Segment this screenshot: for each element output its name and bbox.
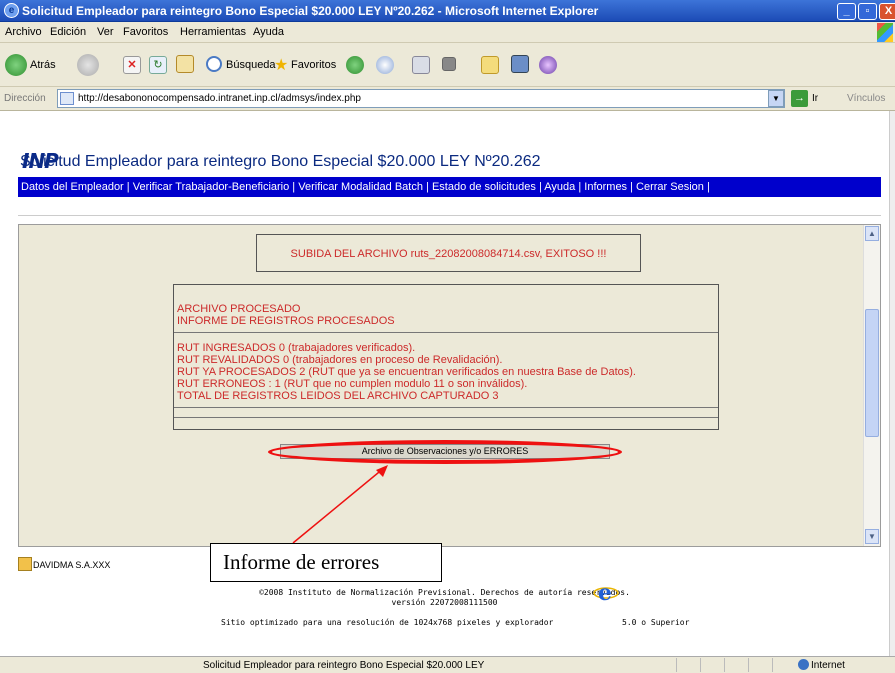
footer-copyright: ©2008 Instituto de Normalización Previsi… bbox=[259, 588, 630, 597]
arrow-head bbox=[376, 465, 388, 477]
internet-explorer-icon: e bbox=[593, 580, 619, 605]
back-icon[interactable] bbox=[5, 54, 27, 76]
svg-text:e: e bbox=[598, 580, 612, 605]
status-divider bbox=[772, 658, 773, 672]
status-divider bbox=[700, 658, 701, 672]
back-label[interactable]: Atrás bbox=[30, 59, 56, 71]
menu-archivo[interactable]: Archivo bbox=[5, 26, 42, 38]
menu-bar: Archivo Edición Ver Favoritos Herramient… bbox=[0, 22, 895, 43]
minimize-button[interactable]: _ bbox=[837, 3, 856, 20]
arrow-line bbox=[292, 467, 385, 544]
menu-edicion[interactable]: Edición bbox=[50, 26, 86, 38]
title-bar: e Solicitud Empleador para reintegro Bon… bbox=[0, 0, 895, 22]
menu-ayuda[interactable]: Ayuda bbox=[253, 26, 284, 38]
home-icon[interactable] bbox=[176, 55, 194, 73]
edit-icon[interactable] bbox=[442, 57, 456, 71]
go-arrow-icon[interactable]: → bbox=[791, 90, 808, 107]
ie-window-icon: e bbox=[4, 3, 19, 18]
search-label[interactable]: Búsqueda bbox=[226, 59, 276, 71]
company-logo-icon bbox=[18, 557, 32, 571]
favorites-label[interactable]: Favoritos bbox=[291, 59, 336, 71]
close-button[interactable]: X bbox=[879, 3, 895, 20]
security-zone: Internet bbox=[811, 660, 845, 671]
favorites-icon[interactable]: ★ bbox=[274, 55, 288, 75]
messenger-icon[interactable] bbox=[539, 56, 557, 74]
research-icon[interactable] bbox=[511, 55, 529, 73]
folder-icon[interactable] bbox=[481, 56, 499, 74]
window-title: Solicitud Empleador para reintegro Bono … bbox=[22, 4, 599, 18]
annotation-arrow bbox=[292, 465, 388, 544]
status-text: Solicitud Empleador para reintegro Bono … bbox=[203, 660, 485, 671]
footer-version: versión 22072008111500 bbox=[391, 598, 498, 607]
go-label[interactable]: Ir bbox=[812, 93, 818, 104]
search-icon[interactable] bbox=[206, 56, 222, 72]
status-divider bbox=[676, 658, 677, 672]
company-name: DAVIDMA S.A.XXX bbox=[33, 560, 111, 570]
status-divider bbox=[724, 658, 725, 672]
status-bar: Solicitud Empleador para reintegro Bono … bbox=[0, 656, 895, 673]
footer-browser-version: 5.0 o Superior bbox=[622, 618, 690, 627]
globe-icon bbox=[798, 659, 809, 670]
page-scrollbar[interactable] bbox=[889, 111, 895, 656]
mail-icon[interactable] bbox=[376, 56, 394, 74]
refresh-icon[interactable]: ↻ bbox=[149, 56, 167, 74]
menu-ver[interactable]: Ver bbox=[97, 26, 114, 38]
address-bar: Dirección http://desabononocompensado.in… bbox=[0, 87, 895, 111]
toolbar: Atrás ✕ ↻ Búsqueda ★ Favoritos bbox=[0, 43, 895, 87]
address-url[interactable]: http://desabononocompensado.intranet.inp… bbox=[78, 93, 361, 104]
address-input[interactable]: http://desabononocompensado.intranet.inp… bbox=[57, 89, 785, 108]
stop-icon[interactable]: ✕ bbox=[123, 56, 141, 74]
menu-favoritos[interactable]: Favoritos bbox=[123, 26, 168, 38]
windows-logo-icon bbox=[877, 23, 893, 42]
status-divider bbox=[748, 658, 749, 672]
error-report-callout: Informe de errores bbox=[210, 543, 442, 582]
address-label: Dirección bbox=[4, 93, 46, 104]
address-dropdown-icon[interactable]: ▼ bbox=[768, 90, 784, 107]
company-label: DAVIDMA S.A.XXX bbox=[18, 557, 110, 571]
footer-optimized: Sitio optimizado para una resolución de … bbox=[221, 618, 554, 627]
browser-window: e Solicitud Empleador para reintegro Bon… bbox=[0, 0, 895, 673]
page-icon bbox=[60, 92, 74, 105]
links-label[interactable]: Vínculos bbox=[847, 93, 885, 104]
history-icon[interactable] bbox=[346, 56, 364, 74]
menu-herramientas[interactable]: Herramientas bbox=[180, 26, 246, 38]
print-icon[interactable] bbox=[412, 56, 430, 74]
forward-icon[interactable] bbox=[77, 54, 99, 76]
maximize-button[interactable]: ▫ bbox=[858, 3, 877, 20]
page-content: INP Datos del Empleador | Verificar Trab… bbox=[0, 111, 889, 656]
